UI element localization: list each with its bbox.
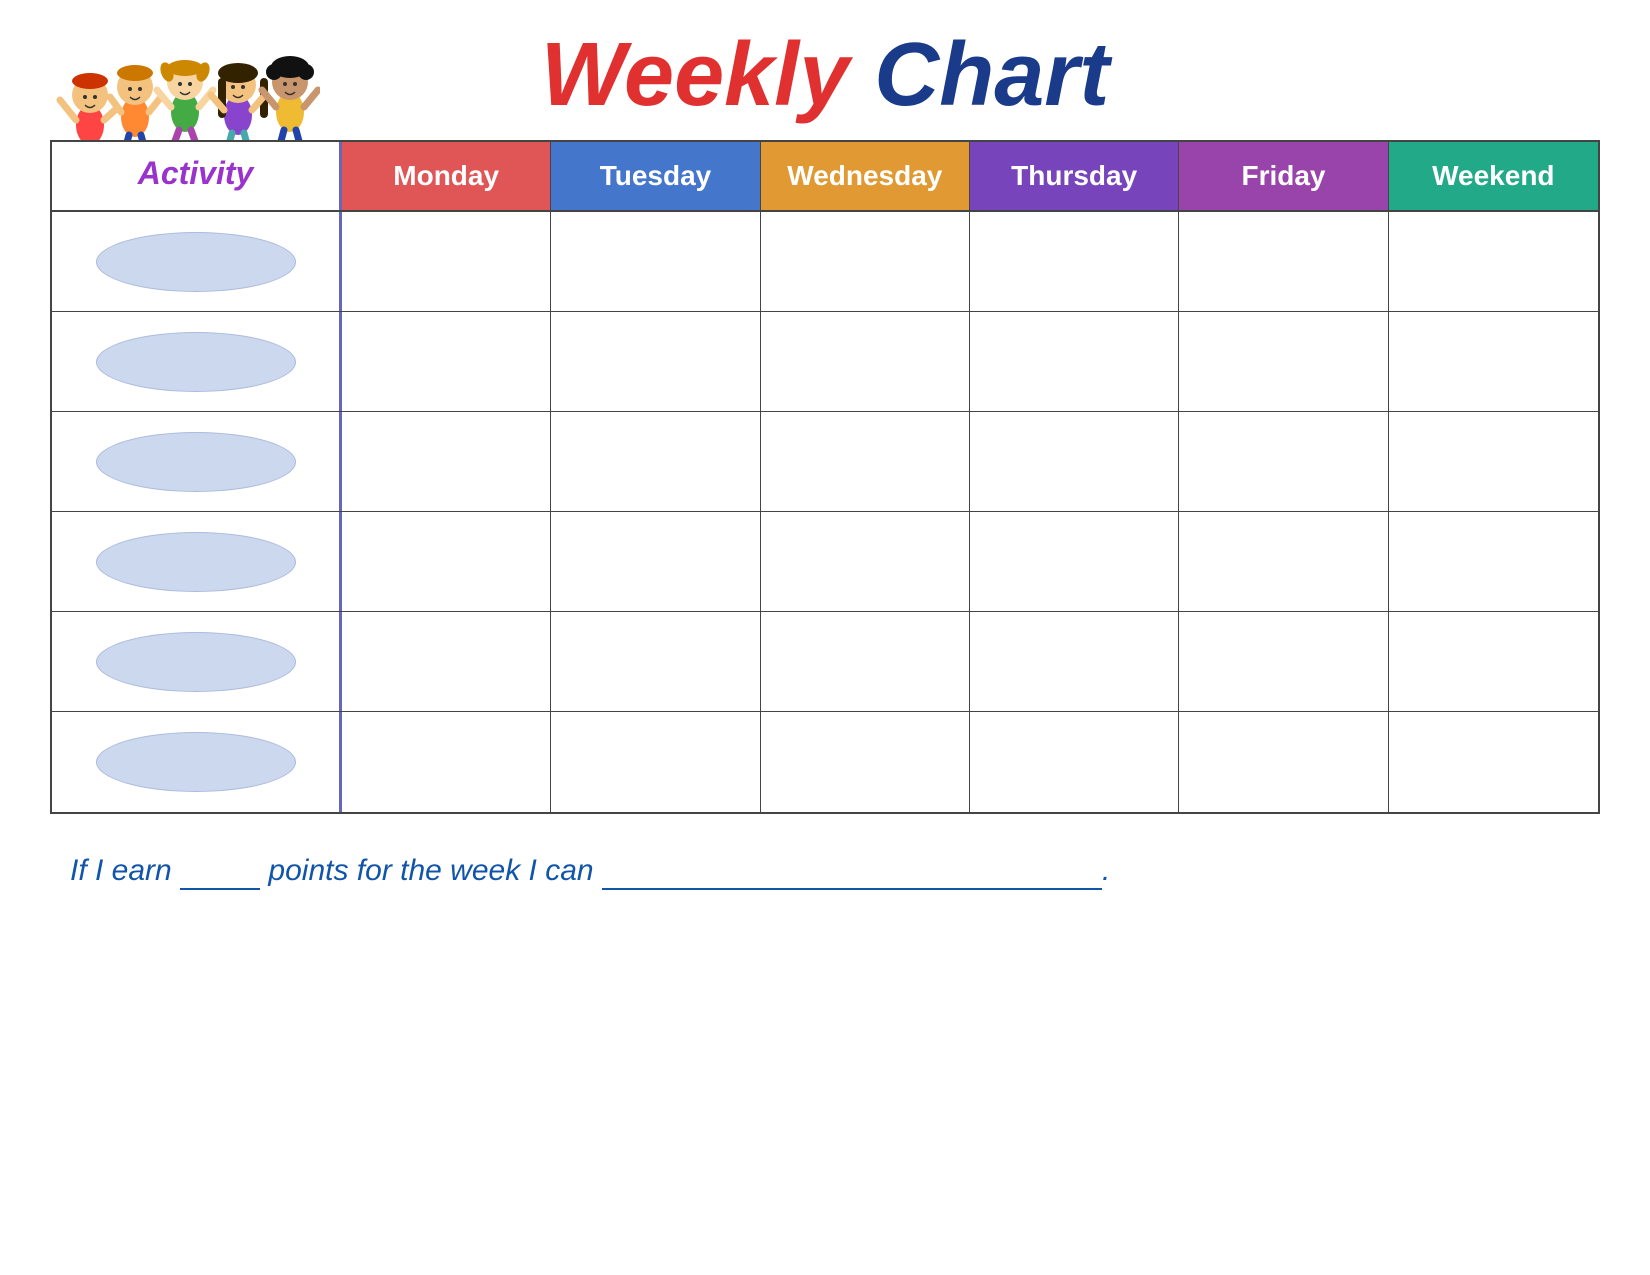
- data-cell: [1389, 412, 1598, 511]
- table-row: [52, 612, 1598, 712]
- footer-part2: points for the week I can: [268, 854, 593, 887]
- chart-header: Activity Monday Tuesday Wednesday Thursd…: [52, 142, 1598, 212]
- table-row: [52, 512, 1598, 612]
- data-cell: [1389, 312, 1598, 411]
- activity-oval-cell-2: [52, 312, 342, 411]
- data-cell: [551, 212, 760, 311]
- data-cell: [761, 512, 970, 611]
- monday-header: Monday: [342, 142, 551, 210]
- title-weekly: Weekly: [541, 25, 850, 125]
- activity-oval-6: [96, 732, 296, 792]
- data-cell: [1179, 512, 1388, 611]
- footer-part1: If I earn: [70, 854, 172, 887]
- data-cell: [970, 312, 1179, 411]
- data-cell: [761, 712, 970, 812]
- data-cell: [970, 612, 1179, 711]
- data-cell: [1389, 612, 1598, 711]
- chart-data-rows: [52, 212, 1598, 812]
- data-cell: [970, 712, 1179, 812]
- data-cell: [342, 712, 551, 812]
- activity-header-cell: Activity: [52, 142, 342, 210]
- activity-oval-cell-1: [52, 212, 342, 311]
- friday-header: Friday: [1179, 142, 1388, 210]
- data-cell: [1179, 212, 1388, 311]
- data-cell: [342, 212, 551, 311]
- table-row: [52, 212, 1598, 312]
- table-row: [52, 312, 1598, 412]
- activity-oval-5: [96, 632, 296, 692]
- activity-oval-1: [96, 232, 296, 292]
- data-cell: [551, 412, 760, 511]
- data-cell: [1179, 312, 1388, 411]
- data-cell: [970, 512, 1179, 611]
- data-cell: [551, 712, 760, 812]
- data-cell: [342, 412, 551, 511]
- data-cell: [761, 312, 970, 411]
- activity-oval-cell-4: [52, 512, 342, 611]
- data-cell: [551, 512, 760, 611]
- data-cell: [761, 412, 970, 511]
- table-row: [52, 412, 1598, 512]
- data-cell: [342, 612, 551, 711]
- title-area: Weekly Chart: [50, 30, 1600, 120]
- activity-oval-4: [96, 532, 296, 592]
- wednesday-header: Wednesday: [761, 142, 970, 210]
- activity-oval-3: [96, 432, 296, 492]
- table-row: [52, 712, 1598, 812]
- activity-oval-cell-6: [52, 712, 342, 812]
- data-cell: [1389, 712, 1598, 812]
- data-cell: [342, 312, 551, 411]
- data-cell: [970, 212, 1179, 311]
- footer-text: If I earn points for the week I can .: [70, 854, 1110, 887]
- footer-blank-points: [180, 854, 260, 890]
- activity-oval-cell-3: [52, 412, 342, 511]
- data-cell: [1389, 512, 1598, 611]
- footer-section: If I earn points for the week I can .: [50, 854, 1600, 890]
- data-cell: [1179, 612, 1388, 711]
- activity-oval-cell-5: [52, 612, 342, 711]
- title-chart: Chart: [874, 25, 1109, 125]
- footer-blank-reward: [602, 854, 1102, 890]
- activity-oval-2: [96, 332, 296, 392]
- weekly-chart: Activity Monday Tuesday Wednesday Thursd…: [50, 140, 1600, 814]
- activity-label: Activity: [138, 155, 254, 192]
- footer-period: .: [1102, 854, 1110, 887]
- data-cell: [551, 312, 760, 411]
- thursday-header: Thursday: [970, 142, 1179, 210]
- data-cell: [1179, 412, 1388, 511]
- data-cell: [970, 412, 1179, 511]
- data-cell: [551, 612, 760, 711]
- data-cell: [1389, 212, 1598, 311]
- data-cell: [761, 612, 970, 711]
- weekend-header: Weekend: [1389, 142, 1598, 210]
- data-cell: [342, 512, 551, 611]
- data-cell: [1179, 712, 1388, 812]
- tuesday-header: Tuesday: [551, 142, 760, 210]
- data-cell: [761, 212, 970, 311]
